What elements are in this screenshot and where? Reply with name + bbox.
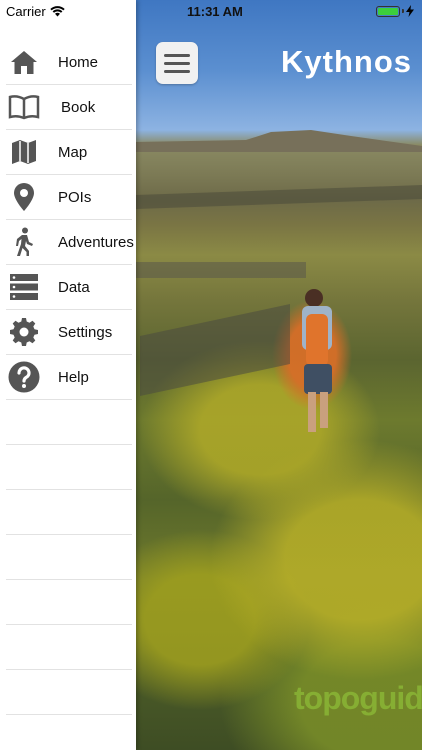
drawer-item-label: Book <box>61 98 96 116</box>
drawer-item-label: Help <box>58 368 89 386</box>
drawer-menu: Home Book Map POIs Adventures Data Setti… <box>6 40 134 715</box>
empty-row <box>6 580 132 625</box>
hiker-icon <box>8 226 40 258</box>
help-icon <box>8 361 40 393</box>
empty-row <box>6 535 132 580</box>
menu-toggle-button[interactable] <box>156 42 198 84</box>
status-bar: Carrier 11:31 AM <box>0 0 422 22</box>
drawer-item-data[interactable]: Data <box>6 265 132 310</box>
drawer-item-pois[interactable]: POIs <box>6 175 132 220</box>
clock: 11:31 AM <box>187 4 243 19</box>
battery-icon <box>376 5 400 17</box>
drawer-item-label: Adventures <box>58 233 134 251</box>
battery-indicator <box>376 5 414 17</box>
hill-silhouette <box>136 130 422 152</box>
empty-row <box>6 625 132 670</box>
topoguide-watermark: topoguide <box>294 680 422 716</box>
location-pin-icon <box>8 181 40 213</box>
empty-row <box>6 445 132 490</box>
drawer-item-settings[interactable]: Settings <box>6 310 132 355</box>
hamburger-icon <box>164 53 190 57</box>
empty-row <box>6 670 132 715</box>
drawer-item-label: Data <box>58 278 90 296</box>
server-icon <box>8 271 40 303</box>
map-icon <box>8 136 40 168</box>
drawer-item-label: Map <box>58 143 88 161</box>
drawer-item-help[interactable]: Help <box>6 355 132 400</box>
home-icon <box>8 46 40 78</box>
app-title: Kythnos <box>281 44 412 79</box>
status-left: Carrier <box>6 4 65 19</box>
carrier-label: Carrier <box>6 4 46 19</box>
stone-wall <box>136 262 306 278</box>
drawer-item-map[interactable]: Map <box>6 130 132 175</box>
charging-bolt-icon <box>406 5 414 17</box>
empty-row <box>6 490 132 535</box>
gear-icon <box>8 316 40 348</box>
drawer-item-label: Settings <box>58 323 113 341</box>
hiker-figure <box>302 289 332 432</box>
drawer-item-adventures[interactable]: Adventures <box>6 220 134 265</box>
navigation-drawer: Home Book Map POIs Adventures Data Setti… <box>0 0 136 750</box>
drawer-item-label: Home <box>58 53 99 71</box>
drawer-item-label: POIs <box>58 188 92 206</box>
empty-row <box>6 400 132 445</box>
drawer-item-home[interactable]: Home <box>6 40 132 85</box>
drawer-item-book[interactable]: Book <box>6 85 132 130</box>
wifi-icon <box>50 6 65 17</box>
book-icon <box>8 91 40 123</box>
